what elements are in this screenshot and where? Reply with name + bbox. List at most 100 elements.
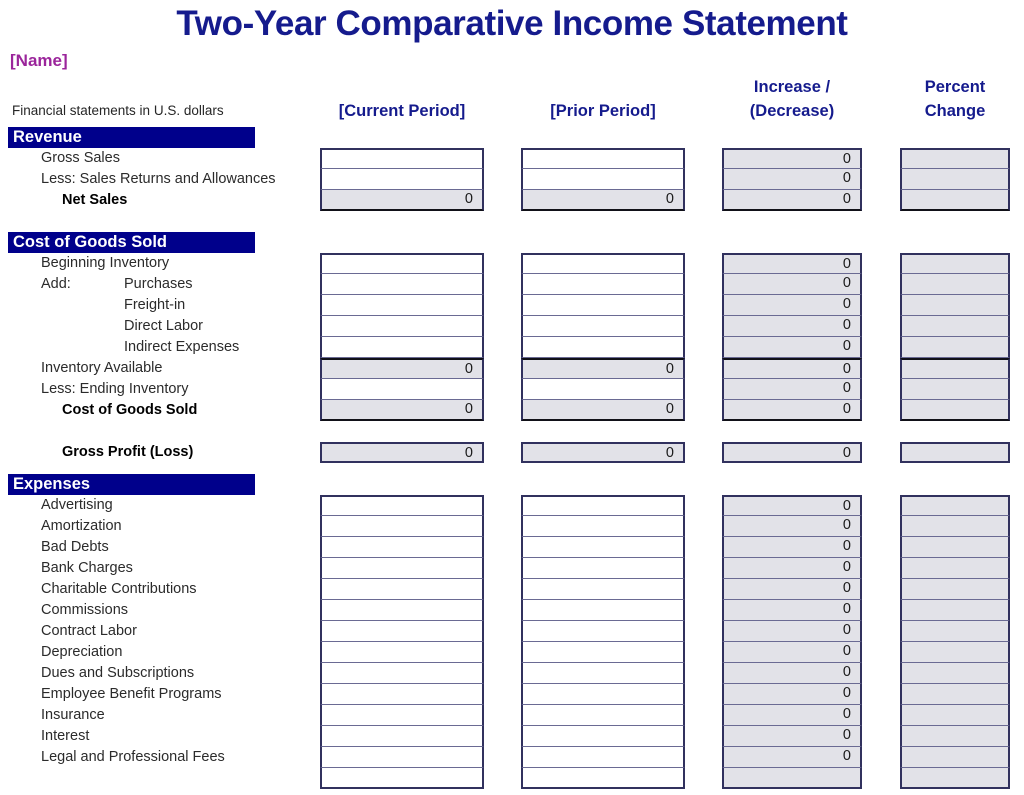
cell-prior-bank-charges[interactable] bbox=[521, 558, 685, 579]
row-label-advertising: Advertising bbox=[41, 497, 113, 513]
cell-current-contract-labor[interactable] bbox=[320, 621, 484, 642]
cell-prior-row[interactable] bbox=[521, 768, 685, 789]
cell-increase-bad-debts: 0 bbox=[722, 537, 862, 558]
cell-current-less-ending-inventory[interactable] bbox=[320, 379, 484, 400]
row-label-add: Add: bbox=[41, 276, 71, 292]
table-row: Add: Purchases 0 bbox=[0, 274, 1024, 295]
cell-current-row[interactable] bbox=[320, 768, 484, 789]
cell-prior-employee-benefit-programs[interactable] bbox=[521, 684, 685, 705]
cell-percent-insurance bbox=[900, 705, 1010, 726]
cell-current-depreciation[interactable] bbox=[320, 642, 484, 663]
cell-prior-interest[interactable] bbox=[521, 726, 685, 747]
column-header-prior-period: [Prior Period] bbox=[550, 102, 656, 120]
cell-percent-less-sales-returns-and-allowances bbox=[900, 169, 1010, 190]
table-row: Interest 0 bbox=[0, 726, 1024, 747]
cell-percent-charitable-contributions bbox=[900, 579, 1010, 600]
cell-current-add[interactable] bbox=[320, 274, 484, 295]
cell-prior-advertising[interactable] bbox=[521, 495, 685, 516]
income-statement-sheet: Revenue Gross Sales 0 Less: Sales Returns a… bbox=[0, 127, 1024, 789]
cell-percent-interest bbox=[900, 726, 1010, 747]
row-label-dues-and-subscriptions: Dues and Subscriptions bbox=[41, 665, 195, 681]
cell-percent-gross-profit-loss bbox=[900, 442, 1010, 463]
table-row: Amortization 0 bbox=[0, 516, 1024, 537]
cell-percent-net-sales bbox=[900, 190, 1010, 211]
cell-current-bad-debts[interactable] bbox=[320, 537, 484, 558]
row-label-bad-debts: Bad Debts bbox=[41, 539, 109, 555]
cell-current-direct-labor[interactable] bbox=[320, 316, 484, 337]
cell-prior-add[interactable] bbox=[521, 274, 685, 295]
cell-percent-advertising bbox=[900, 495, 1010, 516]
cell-current-freight-in[interactable] bbox=[320, 295, 484, 316]
column-header-current-period: [Current Period] bbox=[338, 102, 466, 120]
cell-percent-depreciation bbox=[900, 642, 1010, 663]
cell-prior-charitable-contributions[interactable] bbox=[521, 579, 685, 600]
cell-prior-gross-sales[interactable] bbox=[521, 148, 685, 169]
cell-current-amortization[interactable] bbox=[320, 516, 484, 537]
cell-current-dues-and-subscriptions[interactable] bbox=[320, 663, 484, 684]
cell-prior-cost-of-goods-sold: 0 bbox=[521, 400, 685, 421]
cell-prior-net-sales: 0 bbox=[521, 190, 685, 211]
cell-increase-insurance: 0 bbox=[722, 705, 862, 726]
cell-prior-amortization[interactable] bbox=[521, 516, 685, 537]
cell-percent-commissions bbox=[900, 600, 1010, 621]
row-label-indirect-expenses: Indirect Expenses bbox=[124, 339, 240, 355]
cell-prior-depreciation[interactable] bbox=[521, 642, 685, 663]
cell-percent-bad-debts bbox=[900, 537, 1010, 558]
table-row: Depreciation 0 bbox=[0, 642, 1024, 663]
cell-prior-contract-labor[interactable] bbox=[521, 621, 685, 642]
cell-increase-inventory-available: 0 bbox=[722, 358, 862, 379]
cell-increase-amortization: 0 bbox=[722, 516, 862, 537]
cell-prior-commissions[interactable] bbox=[521, 600, 685, 621]
cell-current-charitable-contributions[interactable] bbox=[320, 579, 484, 600]
cell-current-bank-charges[interactable] bbox=[320, 558, 484, 579]
row-label-depreciation: Depreciation bbox=[41, 644, 123, 660]
cell-current-advertising[interactable] bbox=[320, 495, 484, 516]
row-label-charitable-contributions: Charitable Contributions bbox=[41, 581, 197, 597]
row-label-purchases: Purchases bbox=[124, 276, 193, 292]
cell-percent-direct-labor bbox=[900, 316, 1010, 337]
cell-increase-advertising: 0 bbox=[722, 495, 862, 516]
cell-increase-beginning-inventory: 0 bbox=[722, 253, 862, 274]
cell-prior-less-ending-inventory[interactable] bbox=[521, 379, 685, 400]
cell-current-insurance[interactable] bbox=[320, 705, 484, 726]
cell-percent-bank-charges bbox=[900, 558, 1010, 579]
cell-current-interest[interactable] bbox=[320, 726, 484, 747]
cell-prior-dues-and-subscriptions[interactable] bbox=[521, 663, 685, 684]
section-header-cost-of-goods-sold: Cost of Goods Sold bbox=[8, 232, 255, 253]
cell-percent-cost-of-goods-sold bbox=[900, 400, 1010, 421]
cell-increase-charitable-contributions: 0 bbox=[722, 579, 862, 600]
cell-prior-direct-labor[interactable] bbox=[521, 316, 685, 337]
cell-current-employee-benefit-programs[interactable] bbox=[320, 684, 484, 705]
cell-increase-indirect-expenses: 0 bbox=[722, 337, 862, 358]
cell-current-less-sales-returns-and-allowances[interactable] bbox=[320, 169, 484, 190]
cell-current-indirect-expenses[interactable] bbox=[320, 337, 484, 358]
section-header-row: Revenue bbox=[0, 127, 1024, 148]
table-row: Cost of Goods Sold 0 0 0 bbox=[0, 400, 1024, 421]
column-header-percent-line2: Change bbox=[924, 102, 986, 120]
section-header-row: Cost of Goods Sold bbox=[0, 232, 1024, 253]
cell-current-beginning-inventory[interactable] bbox=[320, 253, 484, 274]
cell-prior-insurance[interactable] bbox=[521, 705, 685, 726]
cell-percent-beginning-inventory bbox=[900, 253, 1010, 274]
cell-percent-freight-in bbox=[900, 295, 1010, 316]
cell-prior-gross-profit-loss: 0 bbox=[521, 442, 685, 463]
company-name-placeholder[interactable]: [Name] bbox=[10, 51, 1024, 71]
table-row: Freight-in 0 bbox=[0, 295, 1024, 316]
cell-current-legal-and-professional-fees[interactable] bbox=[320, 747, 484, 768]
cell-percent-dues-and-subscriptions bbox=[900, 663, 1010, 684]
cell-increase-legal-and-professional-fees: 0 bbox=[722, 747, 862, 768]
cell-prior-less-sales-returns-and-allowances[interactable] bbox=[521, 169, 685, 190]
cell-prior-beginning-inventory[interactable] bbox=[521, 253, 685, 274]
cell-current-commissions[interactable] bbox=[320, 600, 484, 621]
cell-current-gross-sales[interactable] bbox=[320, 148, 484, 169]
cell-increase-gross-profit-loss: 0 bbox=[722, 442, 862, 463]
cell-increase-less-ending-inventory: 0 bbox=[722, 379, 862, 400]
cell-prior-indirect-expenses[interactable] bbox=[521, 337, 685, 358]
spacer-row bbox=[0, 211, 1024, 232]
table-row bbox=[0, 768, 1024, 789]
cell-prior-legal-and-professional-fees[interactable] bbox=[521, 747, 685, 768]
cell-prior-bad-debts[interactable] bbox=[521, 537, 685, 558]
row-label-amortization: Amortization bbox=[41, 518, 122, 534]
cell-prior-freight-in[interactable] bbox=[521, 295, 685, 316]
table-row: Less: Ending Inventory 0 bbox=[0, 379, 1024, 400]
